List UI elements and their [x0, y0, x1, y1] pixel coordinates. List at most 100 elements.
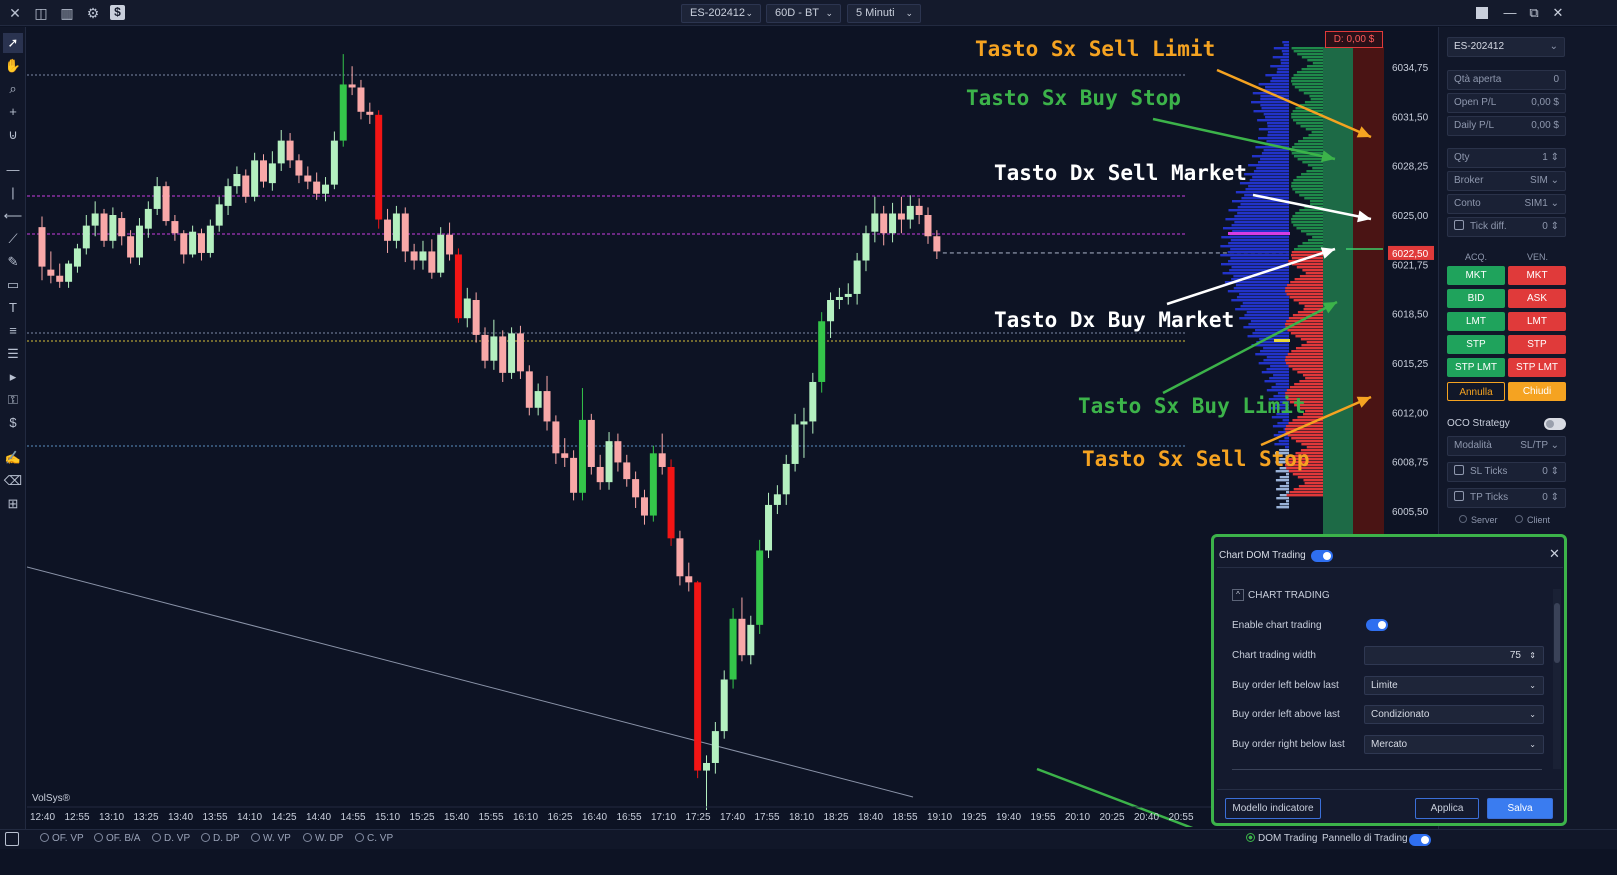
- dom-depth-bar: [1294, 278, 1323, 281]
- pen-icon[interactable]: ✍: [3, 448, 23, 468]
- lock-icon[interactable]: ⚿: [3, 390, 23, 410]
- buy-stp-lmt-button[interactable]: STP LMT: [1447, 358, 1505, 377]
- brush-icon[interactable]: ✎: [3, 252, 23, 272]
- mode-select[interactable]: Modalità SL/TP ⌄: [1447, 436, 1566, 456]
- sell-stp-lmt-button[interactable]: STP LMT: [1508, 358, 1566, 377]
- close-position-button[interactable]: Chiudi: [1508, 382, 1566, 401]
- dom-depth-bar: [1291, 77, 1323, 80]
- eraser-icon[interactable]: ⌫: [3, 471, 23, 491]
- tp-ticks-stepper[interactable]: TP Ticks 0 ⇕: [1447, 488, 1566, 508]
- range-select[interactable]: 60D - BT ⌄: [766, 4, 841, 23]
- buy-left-above-select[interactable]: Condizionato ⌄: [1364, 705, 1544, 724]
- volume-profile-bar: [1257, 137, 1289, 140]
- dom-depth-bar: [1301, 344, 1323, 347]
- scrollbar[interactable]: [1553, 589, 1561, 769]
- candle-body: [339, 84, 347, 141]
- vertical-line-icon[interactable]: |: [3, 183, 23, 203]
- collapse-icon[interactable]: ^: [1232, 589, 1244, 601]
- layout-icon[interactable]: ◫: [32, 4, 50, 22]
- screen-icon[interactable]: [5, 832, 19, 846]
- panel-symbol-select[interactable]: ES-202412 ⌄: [1447, 37, 1565, 57]
- trading-panel-toggle[interactable]: [1409, 834, 1431, 846]
- window-close-icon[interactable]: ✕: [1549, 4, 1567, 22]
- buy-header: ACQ.: [1465, 252, 1488, 262]
- dialog-close-icon[interactable]: ✕: [1549, 546, 1560, 562]
- indicator-c-vp[interactable]: C. VP: [355, 833, 393, 844]
- pointer-icon[interactable]: ➚: [3, 33, 23, 53]
- crosshair-icon[interactable]: +: [3, 102, 23, 122]
- gear-icon[interactable]: ⚙: [84, 4, 102, 22]
- magnet-icon[interactable]: ⊍: [3, 125, 23, 145]
- sell-stp-button[interactable]: STP: [1508, 335, 1566, 354]
- text-icon[interactable]: T: [3, 298, 23, 318]
- buy-right-below-select[interactable]: Mercato ⌄: [1364, 735, 1544, 754]
- volume-profile-bar: [1242, 302, 1289, 305]
- close-icon[interactable]: ✕: [6, 4, 24, 22]
- volume-profile-bar: [1265, 74, 1289, 77]
- buy-stp-button[interactable]: STP: [1447, 335, 1505, 354]
- symbol-select[interactable]: ES-202412 ⌄: [681, 4, 761, 23]
- interval-select[interactable]: 5 Minuti ⌄: [847, 4, 921, 23]
- chart-trading-width-stepper[interactable]: 75 ⇕: [1364, 646, 1544, 665]
- volume-profile-bar: [1282, 53, 1289, 56]
- indicator-of-ba[interactable]: OF. B/A: [94, 833, 140, 844]
- indicator-d-dp[interactable]: D. DP: [201, 833, 240, 844]
- volume-profile-icon[interactable]: ▸: [3, 367, 23, 387]
- buy-lmt-button[interactable]: LMT: [1447, 312, 1505, 331]
- qty-stepper[interactable]: Qty 1 ⇕: [1447, 148, 1566, 168]
- indicator-d-vp[interactable]: D. VP: [152, 833, 190, 844]
- ray-icon[interactable]: ⟵: [3, 206, 23, 226]
- sell-lmt-button[interactable]: LMT: [1508, 312, 1566, 331]
- indicator-w-dp[interactable]: W. DP: [303, 833, 343, 844]
- enable-chart-trading-toggle[interactable]: [1366, 619, 1388, 631]
- tick-diff-stepper[interactable]: Tick diff. 0 ⇕: [1447, 217, 1566, 237]
- channel-icon[interactable]: ☰: [3, 344, 23, 364]
- fibonacci-icon[interactable]: ≡: [3, 321, 23, 341]
- hand-icon[interactable]: ✋: [3, 56, 23, 76]
- buy-bid-button[interactable]: BID: [1447, 289, 1505, 308]
- dom-depth-bar: [1297, 371, 1323, 374]
- server-radio[interactable]: Server: [1459, 515, 1498, 525]
- cancel-button[interactable]: Annulla: [1447, 382, 1505, 401]
- volume-profile-bar: [1239, 182, 1289, 185]
- template-button[interactable]: Modello indicatore: [1225, 798, 1321, 819]
- sell-mkt-button[interactable]: MKT: [1508, 266, 1566, 285]
- panel-toggle-icon[interactable]: [1476, 7, 1488, 19]
- sl-checkbox[interactable]: [1454, 465, 1464, 475]
- volume-profile-bar: [1276, 506, 1289, 509]
- account-select[interactable]: Conto SIM1 ⌄: [1447, 194, 1566, 214]
- buy-left-below-select[interactable]: Limite ⌄: [1364, 676, 1544, 695]
- trendline-icon[interactable]: ⟋: [3, 229, 23, 249]
- alert-icon[interactable]: $: [3, 413, 23, 433]
- apply-button[interactable]: Applica: [1415, 798, 1479, 819]
- candle-body: [596, 466, 604, 483]
- broker-select[interactable]: Broker SIM ⌄: [1447, 171, 1566, 191]
- dom-trading-radio[interactable]: DOM Trading: [1246, 833, 1317, 844]
- zoom-icon[interactable]: ⌕: [3, 79, 23, 99]
- buy-mkt-button[interactable]: MKT: [1447, 266, 1505, 285]
- minimize-icon[interactable]: —: [1501, 4, 1519, 22]
- volume-profile-bar: [1266, 389, 1289, 392]
- rectangle-icon[interactable]: ▭: [3, 275, 23, 295]
- bar-chart-icon[interactable]: ▥: [58, 4, 76, 22]
- scrollbar-thumb[interactable]: [1554, 603, 1560, 663]
- volume-profile-bar: [1248, 323, 1289, 326]
- sl-ticks-stepper[interactable]: SL Ticks 0 ⇕: [1447, 462, 1566, 482]
- volume-profile-bar: [1280, 59, 1289, 62]
- sell-ask-button[interactable]: ASK: [1508, 289, 1566, 308]
- indicator-w-vp[interactable]: W. VP: [251, 833, 291, 844]
- dom-depth-bar: [1293, 299, 1323, 302]
- indicator-of-vp[interactable]: OF. VP: [40, 833, 84, 844]
- add-layer-icon[interactable]: ⊞: [3, 494, 23, 514]
- dom-depth-bar: [1292, 119, 1323, 122]
- restore-icon[interactable]: ⧉: [1525, 4, 1543, 22]
- horizontal-line-icon[interactable]: —: [3, 160, 23, 180]
- tick-diff-checkbox[interactable]: [1454, 220, 1464, 230]
- tp-checkbox[interactable]: [1454, 491, 1464, 501]
- save-button[interactable]: Salva: [1487, 798, 1553, 819]
- oco-toggle[interactable]: [1544, 418, 1566, 430]
- dollar-icon[interactable]: $: [110, 5, 125, 20]
- client-radio[interactable]: Client: [1515, 515, 1550, 525]
- volume-profile-bar: [1233, 287, 1289, 290]
- dom-trading-toggle[interactable]: [1311, 550, 1333, 562]
